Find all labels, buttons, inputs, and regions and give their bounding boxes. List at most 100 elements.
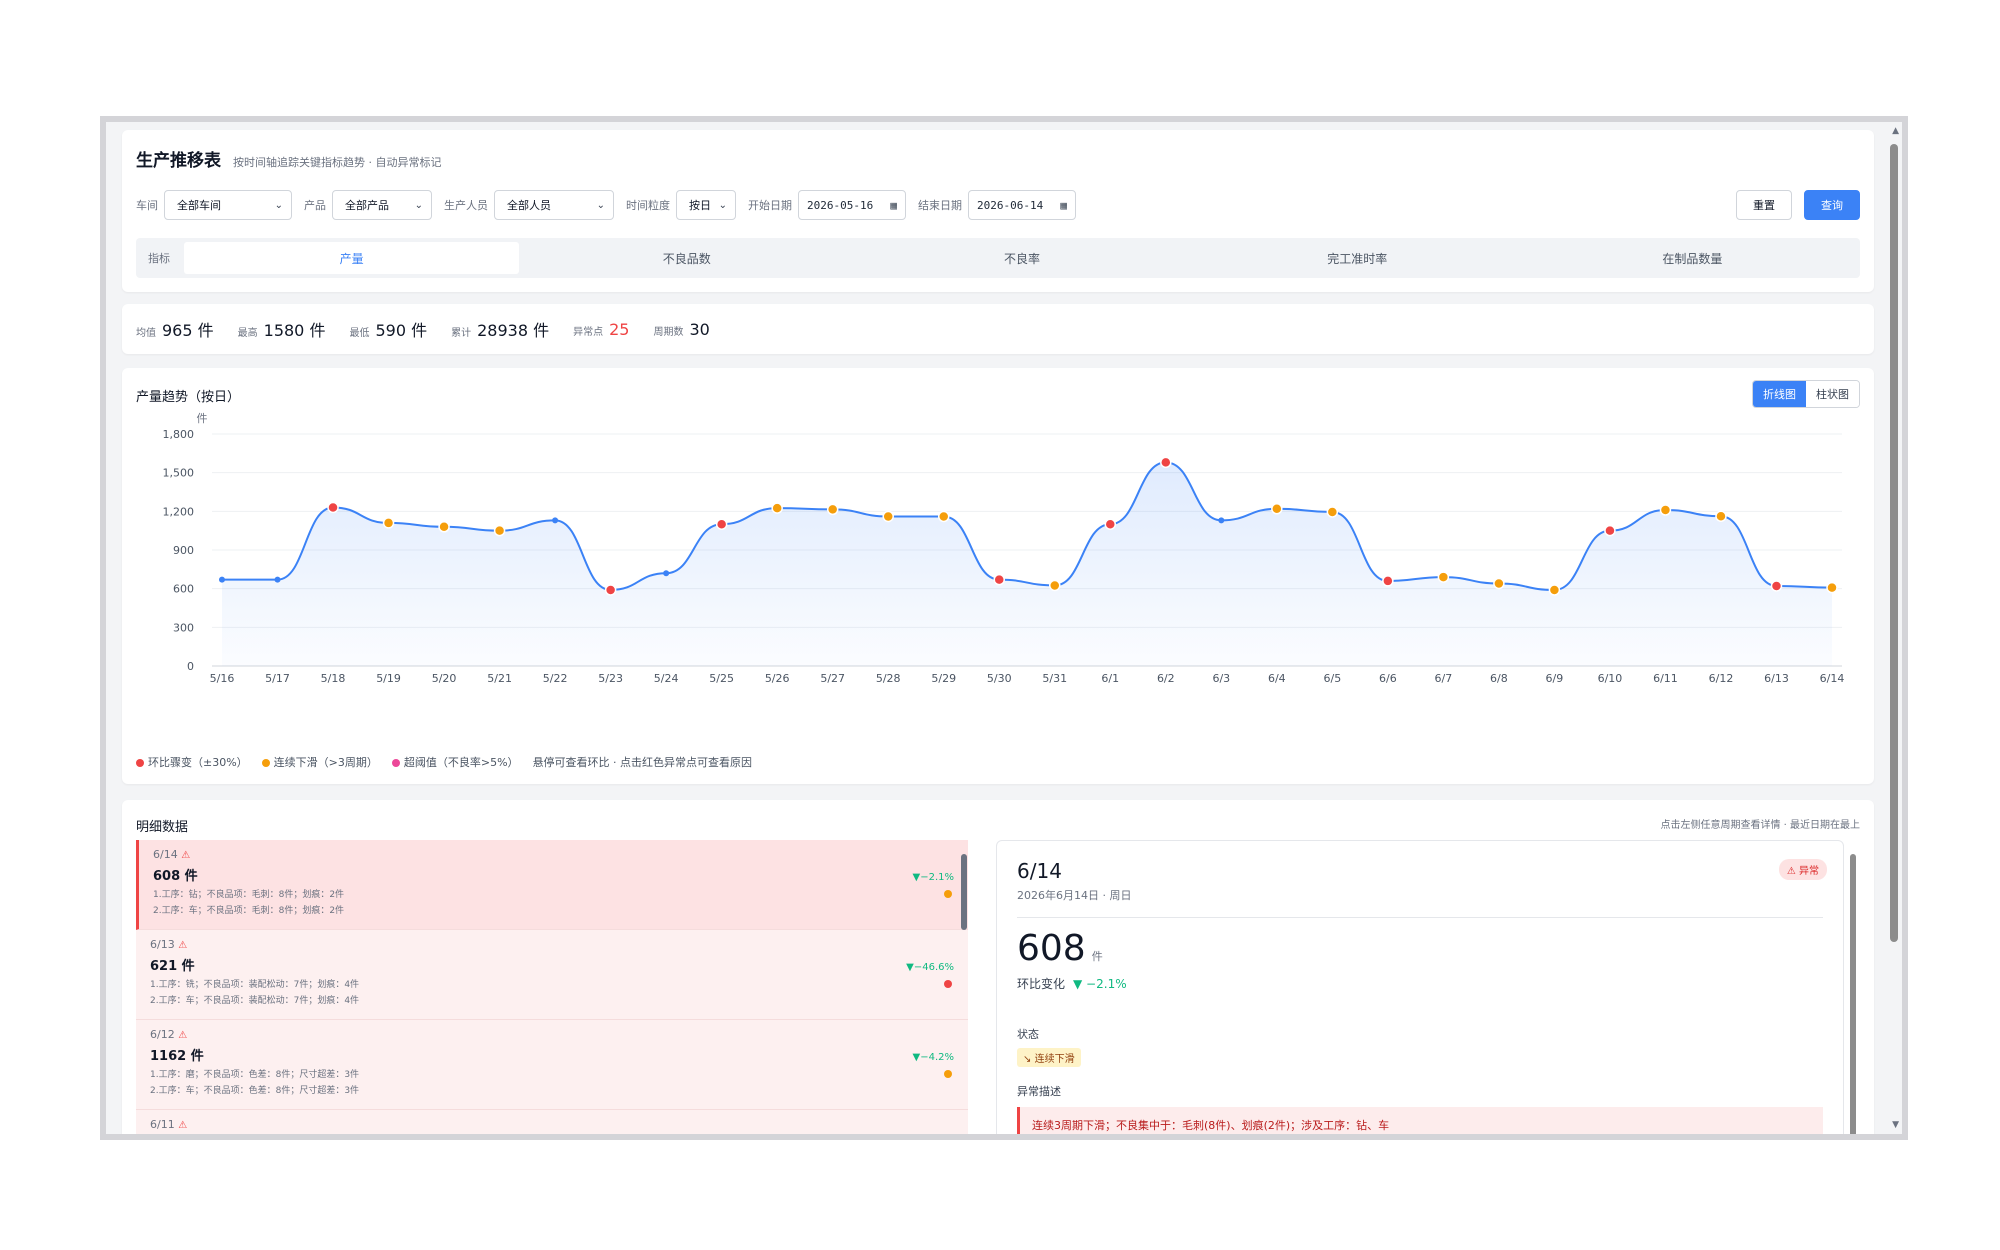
x-tick-label: 5/30 <box>987 672 1012 685</box>
panel-value: 608 <box>1017 928 1086 969</box>
detail-title: 明细数据 <box>136 820 189 835</box>
stat-max-label: 最高 <box>237 328 258 339</box>
x-tick-label: 5/22 <box>543 672 568 685</box>
line-chart-button[interactable]: 折线图 <box>1753 381 1806 407</box>
tab-on-time-rate[interactable]: 完工准时率 <box>1190 242 1525 274</box>
warning-icon: ⚠ <box>178 1030 188 1041</box>
stat-max: 最高 1580 件 <box>238 317 326 341</box>
panel-divider <box>1017 917 1823 918</box>
page-scrollbar[interactable]: ▲ ▼ <box>1886 122 1902 1134</box>
item-change: ▼−2.1% <box>912 872 954 883</box>
item-detail-line: 1.工序：铣；不良品项：装配松动：7件；划痕：4件 <box>150 980 360 990</box>
item-detail-line: 2.工序：车；不良品项：色差：8件；尺寸超差：3件 <box>150 1086 360 1096</box>
y-tick-label: 0 <box>187 660 194 673</box>
reset-button[interactable]: 重置 <box>1736 190 1792 220</box>
trend-chart: 件 0 300 600 900 1,200 1,500 1,800 5/16 5/17 5/18 5/… <box>163 412 1845 685</box>
legend-dot-orange <box>261 759 270 767</box>
chart-legend: 环比骤变（±30%） 连续下滑（>3周期） 超阈值（不良率>5%） 悬停可查看环… <box>136 754 752 770</box>
x-tick-label: 6/11 <box>1653 672 1678 685</box>
y-tick-label: 600 <box>173 583 194 596</box>
panel-status-label: 状态 <box>1017 1028 1039 1041</box>
legend-label-continuous-decline: 连续下滑（>3周期） <box>273 756 378 769</box>
data-point <box>327 501 339 514</box>
chevron-down-icon: ⌄ <box>274 199 283 211</box>
item-value: 621 件 <box>150 959 195 974</box>
list-item[interactable]: 6/11 ⚠ <box>136 1110 968 1134</box>
scroll-down-icon[interactable]: ▼ <box>1892 1120 1899 1130</box>
calendar-icon[interactable]: ▦ <box>1060 199 1067 212</box>
warning-icon: ⚠ <box>178 940 188 951</box>
data-point <box>993 573 1005 586</box>
tab-defects[interactable]: 不良品数 <box>519 242 854 274</box>
data-point <box>937 510 950 523</box>
workshop-select[interactable]: 全部车间 ⌄ <box>164 190 292 220</box>
staff-select[interactable]: 全部人员 ⌄ <box>494 190 614 220</box>
granularity-label: 时间粒度 <box>626 199 670 212</box>
x-tick-label: 5/31 <box>1042 672 1067 685</box>
start-date-value: 2026-05-16 <box>807 198 874 212</box>
granularity-select[interactable]: 按日 ⌄ <box>676 190 736 220</box>
x-tick-label: 5/18 <box>321 672 346 685</box>
panel-change-label: 环比变化 <box>1017 977 1066 991</box>
stat-period-label: 周期数 <box>653 326 684 338</box>
legend-dot-red <box>136 759 144 767</box>
app-window: ▲ ▼ 生产推移表 按时间轴追踪关键指标趋势 · 自动异常标记 车间 全部车间 ⌄… <box>100 116 1908 1140</box>
list-item[interactable]: 6/13 ⚠ 621 件 1.工序：铣；不良品项：装配松动：7件；划痕：4件 2… <box>136 930 968 1020</box>
legend-item-over-threshold: 超阈值（不良率>5%） <box>391 754 519 770</box>
list-scrollbar-thumb[interactable] <box>961 854 967 930</box>
panel-scrollbar-thumb[interactable] <box>1850 854 1856 1134</box>
query-button[interactable]: 查询 <box>1804 190 1860 220</box>
stats-card: 均值 965 件 最高 1580 件 最低 590 件 累计 28938 件 异常点 25… <box>122 304 1874 354</box>
tab-output[interactable]: 产量 <box>184 242 520 274</box>
bar-chart-button[interactable]: 柱状图 <box>1806 381 1859 407</box>
x-tick-label: 6/4 <box>1268 672 1286 685</box>
granularity-select-value: 按日 <box>689 199 711 212</box>
stat-min-value: 590 件 <box>375 321 428 340</box>
chart-type-toggle: 折线图 柱状图 <box>1752 380 1860 408</box>
x-tick-label: 6/2 <box>1157 672 1175 685</box>
y-axis-unit: 件 <box>197 412 208 425</box>
calendar-icon[interactable]: ▦ <box>890 199 897 212</box>
list-scrollbar[interactable] <box>960 840 968 1134</box>
panel-scrollbar[interactable] <box>1848 840 1858 1134</box>
x-tick-label: 6/1 <box>1101 672 1119 685</box>
page-scrollbar-thumb[interactable] <box>1890 144 1898 942</box>
legend-label-sudden-change: 环比骤变（±30%） <box>148 756 248 769</box>
data-point <box>382 517 395 529</box>
data-point <box>1604 524 1616 537</box>
x-tick-label: 6/10 <box>1598 672 1623 685</box>
x-tick-label: 6/14 <box>1820 672 1845 685</box>
filter-card: 生产推移表 按时间轴追踪关键指标趋势 · 自动异常标记 车间 全部车间 ⌄ 产品 … <box>122 130 1874 292</box>
panel-change-value: ▼ −2.1% <box>1073 977 1127 991</box>
workshop-label: 车间 <box>136 199 158 212</box>
item-detail-line: 1.工序：钻；不良品项：毛刺：8件；划痕：2件 <box>153 890 345 900</box>
list-item[interactable]: 6/12 ⚠ 1162 件 1.工序：磨；不良品项：色差：8件；尺寸超差：3件 … <box>136 1020 968 1110</box>
anomaly-badge: ⚠ 异常 <box>1778 859 1827 880</box>
x-tick-label: 6/7 <box>1435 672 1453 685</box>
scroll-up-icon[interactable]: ▲ <box>1892 126 1899 136</box>
start-date-input[interactable]: 2026-05-16 ▦ <box>798 190 906 220</box>
data-point <box>604 584 617 596</box>
product-select[interactable]: 全部产品 ⌄ <box>332 190 432 220</box>
page-subtitle: 按时间轴追踪关键指标趋势 · 自动异常标记 <box>233 156 442 169</box>
tab-wip[interactable]: 在制品数量 <box>1525 242 1860 274</box>
end-date-label: 结束日期 <box>918 199 962 212</box>
list-item[interactable]: 6/14 ⚠ 608 件 1.工序：钻；不良品项：毛刺：8件；划痕：2件 2.工… <box>136 840 968 930</box>
item-detail-line: 1.工序：磨；不良品项：色差：8件；尺寸超差：3件 <box>150 1070 360 1080</box>
end-date-input[interactable]: 2026-06-14 ▦ <box>968 190 1076 220</box>
data-point <box>438 521 450 533</box>
data-point <box>1218 517 1225 524</box>
x-tick-label: 5/16 <box>210 672 235 685</box>
data-point <box>1437 571 1450 583</box>
chart-title: 产量趋势（按日） <box>136 390 241 405</box>
x-tick-label: 6/3 <box>1212 672 1230 685</box>
item-value: 1162 件 <box>150 1049 204 1064</box>
item-detail-line: 2.工序：车；不良品项：装配松动：7件；划痕：4件 <box>150 996 360 1006</box>
data-point <box>1382 575 1394 587</box>
data-point <box>715 518 728 530</box>
data-point <box>1271 503 1283 515</box>
x-tick-label: 6/9 <box>1546 672 1564 685</box>
tab-defect-rate[interactable]: 不良率 <box>854 242 1189 274</box>
data-point <box>1049 579 1061 592</box>
x-tick-label: 5/17 <box>265 672 290 685</box>
